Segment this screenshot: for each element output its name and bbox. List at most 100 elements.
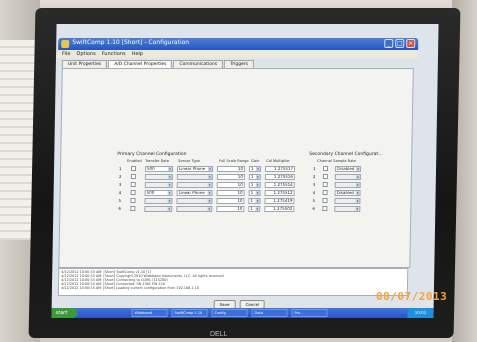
menu-help[interactable]: Help — [132, 50, 144, 58]
channel-number: 5 — [118, 198, 122, 203]
chevron-down-icon: ▾ — [255, 175, 260, 179]
secondary-channel-number: 3 — [312, 182, 316, 187]
secondary-sample-rate-select[interactable]: ▾ — [334, 206, 361, 212]
chevron-down-icon: ▾ — [355, 207, 360, 211]
header-secondary-sample-rate: Sample Rate — [333, 159, 357, 163]
channel-number: 4 — [118, 190, 122, 195]
taskbar-item[interactable]: Wideband — [131, 309, 168, 317]
chevron-down-icon: ▾ — [355, 199, 360, 203]
chevron-down-icon: ▾ — [355, 183, 360, 187]
sensor-type-select[interactable]: ▾ — [176, 182, 213, 188]
secondary-channel-checkbox[interactable] — [322, 198, 328, 203]
chevron-down-icon: ▾ — [255, 199, 260, 203]
chevron-down-icon: ▾ — [167, 183, 172, 187]
transfer-rate-select[interactable]: ▾ — [144, 206, 173, 212]
minimize-button[interactable]: _ — [384, 39, 394, 48]
transfer-rate-select[interactable]: 500 ▾ — [144, 190, 173, 196]
sensor-type-select[interactable]: ▾ — [176, 198, 213, 204]
secondary-sample-rate-select[interactable]: ▾ — [334, 182, 361, 188]
sensor-type-select[interactable]: ▾ — [176, 174, 213, 180]
full-scale-range-input[interactable]: 10 — [216, 190, 245, 196]
monitor-brand-label: DELL — [210, 331, 228, 338]
chevron-down-icon: ▾ — [168, 167, 173, 171]
cal-multiplier-input[interactable]: 1.275502 — [264, 206, 295, 212]
chevron-down-icon: ▾ — [167, 191, 172, 195]
menu-functions[interactable]: Functions — [102, 50, 126, 58]
header-full-scale-range: Full Scale Range — [219, 159, 249, 163]
secondary-channel-checkbox[interactable] — [322, 206, 328, 211]
cal-multiplier-input[interactable]: 1.275516 — [264, 174, 295, 180]
enabled-checkbox[interactable] — [130, 198, 136, 203]
enabled-checkbox[interactable] — [130, 174, 136, 179]
monitor-screen: SwiftComp 1.10 [Short] - Configuration _… — [51, 24, 439, 318]
gain-select[interactable]: 1 ▾ — [248, 182, 261, 188]
cal-multiplier-input[interactable]: 1.275419 — [264, 198, 295, 204]
chevron-down-icon: ▾ — [356, 167, 361, 171]
header-gain: Gain — [251, 159, 260, 163]
start-button[interactable]: start — [51, 308, 78, 318]
menu-options[interactable]: Options — [76, 50, 95, 58]
header-cal-multiplier: Cal Multiplier — [266, 159, 290, 163]
gain-select[interactable]: 1 ▾ — [248, 190, 261, 196]
enabled-checkbox[interactable] — [130, 206, 136, 211]
sensor-type-select[interactable]: ▾ — [176, 206, 213, 212]
transfer-rate-select[interactable]: ▾ — [144, 198, 173, 204]
secondary-channel-number: 6 — [312, 206, 315, 211]
menu-file[interactable]: File — [62, 50, 71, 58]
primary-config-title: Primary Channel Configuration — [117, 152, 187, 157]
sensor-type-select[interactable]: Linear Phone ▾ — [176, 190, 213, 196]
enabled-checkbox[interactable] — [130, 182, 136, 187]
window-title: SwiftComp 1.10 [Short] - Configuration — [72, 39, 190, 46]
gain-select[interactable]: 1 ▾ — [248, 174, 261, 180]
full-scale-range-input[interactable]: 10 — [216, 198, 245, 204]
chevron-down-icon: ▾ — [207, 207, 212, 211]
sensor-type-select[interactable]: Linear Phone ▾ — [176, 166, 214, 172]
secondary-channel-checkbox[interactable] — [322, 190, 328, 195]
channel-config-panel: Primary Channel Configuration Enabled Tr… — [58, 68, 414, 268]
secondary-sample-rate-select[interactable]: ▾ — [334, 174, 361, 180]
enabled-checkbox[interactable] — [130, 190, 136, 195]
transfer-rate-select[interactable]: 500 ▾ — [144, 166, 174, 172]
cal-multiplier-input[interactable]: 1.275514 — [264, 182, 295, 188]
gain-select[interactable]: 1 ▾ — [248, 198, 261, 204]
chevron-down-icon: ▾ — [255, 183, 260, 187]
tab-triggers[interactable]: Triggers — [224, 60, 255, 68]
taskbar: start Wideband SwiftComp 1.10 Config Dat… — [51, 308, 434, 318]
gain-select[interactable]: 1 ▾ — [248, 206, 261, 212]
header-sensor-type: Sensor Type — [178, 159, 200, 163]
secondary-channel-number: 1 — [313, 166, 316, 171]
chevron-down-icon: ▾ — [207, 183, 212, 187]
tab-communications[interactable]: Communications — [173, 60, 224, 68]
full-scale-range-input[interactable]: 10 — [216, 166, 246, 172]
tab-unit-properties[interactable]: Unit Properties — [61, 60, 108, 68]
secondary-channel-checkbox[interactable] — [322, 182, 328, 187]
cal-multiplier-input[interactable]: 1.275512 — [264, 190, 295, 196]
app-titlebar: SwiftComp 1.10 [Short] - Configuration _… — [58, 38, 419, 50]
secondary-sample-rate-select[interactable]: Disabled ▾ — [334, 190, 361, 196]
secondary-channel-checkbox[interactable] — [323, 166, 329, 171]
gain-select[interactable]: 1 ▾ — [248, 166, 262, 172]
chevron-down-icon: ▾ — [255, 191, 260, 195]
transfer-rate-select[interactable]: ▾ — [144, 174, 173, 180]
taskbar-item[interactable]: Config — [211, 309, 248, 317]
message-log[interactable]: 4/12/2012 10:00:53 AM: [Short] SwiftComp… — [57, 268, 409, 296]
enabled-checkbox[interactable] — [131, 166, 137, 171]
cal-multiplier-input[interactable]: 1.275517 — [264, 166, 296, 172]
full-scale-range-input[interactable]: 10 — [216, 174, 245, 180]
full-scale-range-input[interactable]: 10 — [216, 182, 245, 188]
close-button[interactable]: × — [406, 39, 416, 48]
transfer-rate-select[interactable]: ▾ — [144, 182, 173, 188]
tab-ad-channel-properties[interactable]: A/D Channel Properties — [108, 60, 173, 68]
taskbar-item[interactable]: Data — [251, 309, 288, 317]
secondary-sample-rate-select[interactable]: Disabled ▾ — [334, 166, 362, 172]
taskbar-item[interactable]: Pro... — [291, 309, 328, 317]
tab-strip: Unit Properties A/D Channel Properties C… — [61, 60, 255, 68]
channel-number: 6 — [118, 206, 121, 211]
secondary-channel-checkbox[interactable] — [322, 174, 328, 179]
maximize-button[interactable]: □ — [395, 39, 405, 48]
full-scale-range-input[interactable]: 10 — [216, 206, 245, 212]
header-transfer-rate: Transfer Rate — [145, 159, 170, 163]
taskbar-item[interactable]: SwiftComp 1.10 — [171, 309, 208, 317]
secondary-sample-rate-select[interactable]: ▾ — [334, 198, 361, 204]
menu-bar: File Options Functions Help — [57, 50, 419, 58]
